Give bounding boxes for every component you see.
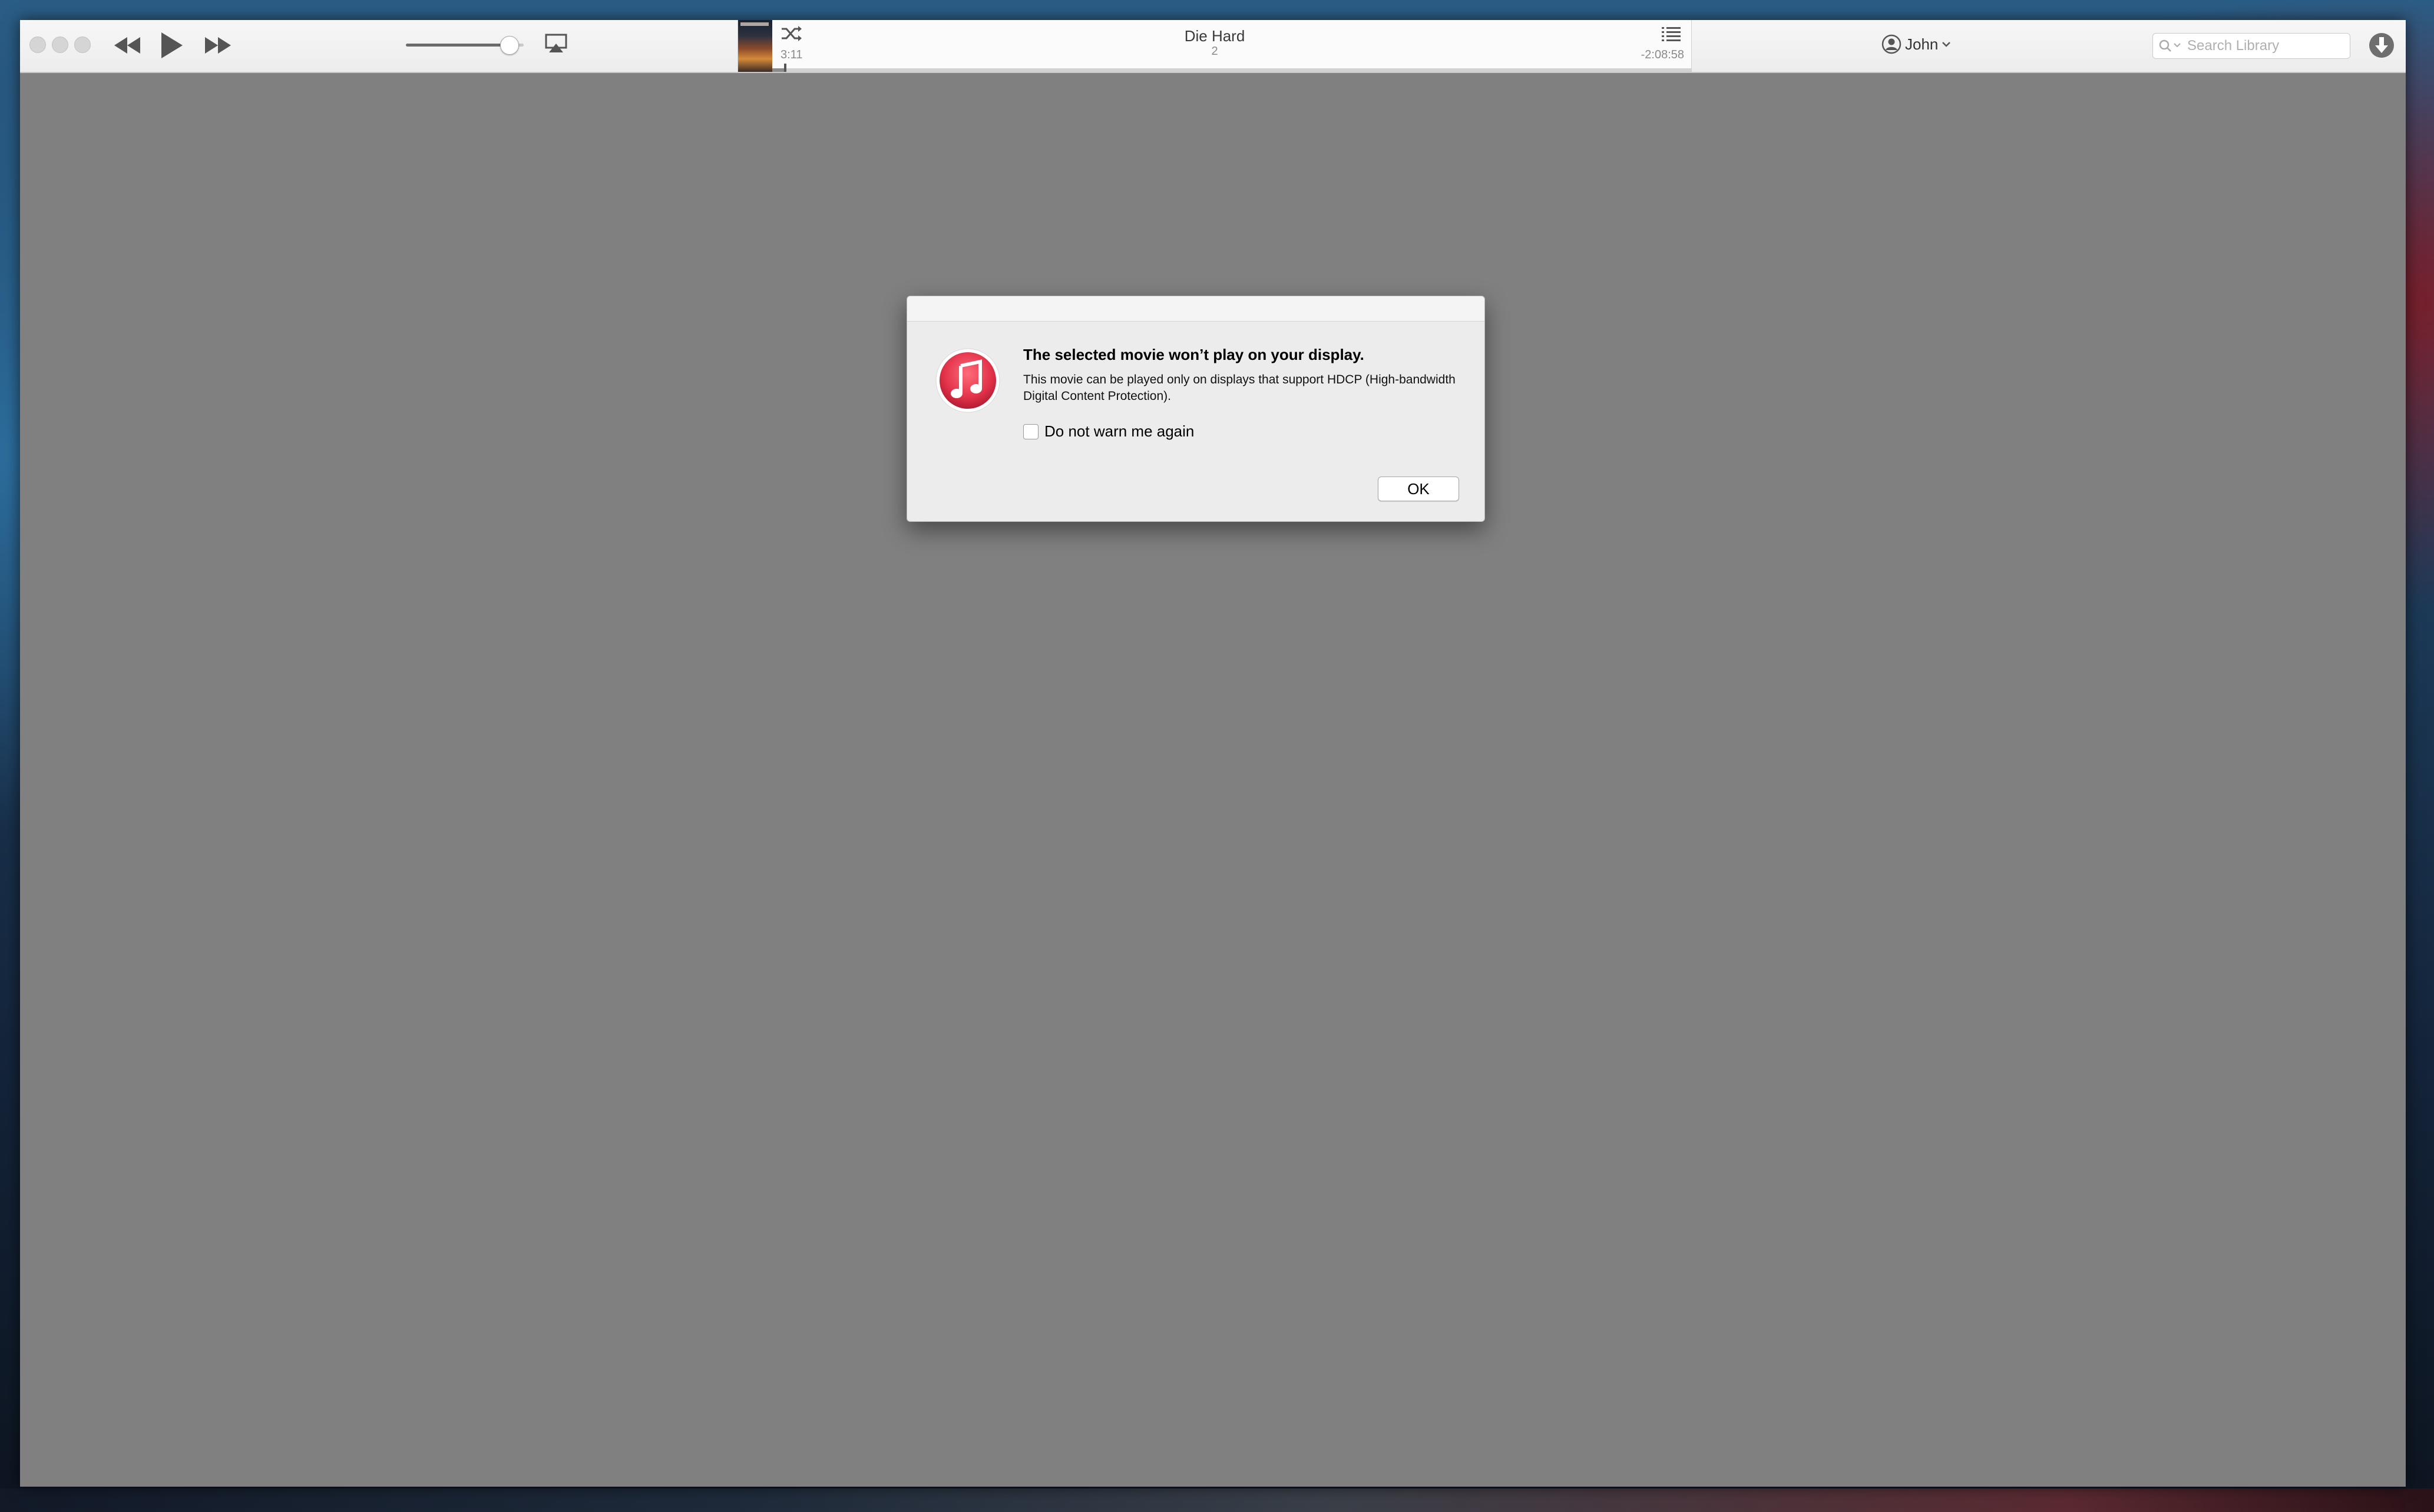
fast-forward-button[interactable]	[203, 35, 233, 55]
do-not-warn-checkbox-row[interactable]: Do not warn me again	[1023, 422, 1194, 441]
rewind-button[interactable]	[112, 35, 143, 55]
desktop-background	[0, 1488, 2434, 1512]
playhead[interactable]	[784, 64, 787, 72]
itunes-window: Die Hard 2 3:11 -2:08:58 John Search Lib…	[20, 20, 2406, 1487]
close-icon[interactable]	[29, 37, 46, 53]
downloads-button[interactable]	[2368, 32, 2395, 62]
minimize-icon[interactable]	[52, 37, 68, 53]
dialog-message: This movie can be played only on display…	[1023, 373, 1456, 403]
up-next-button[interactable]	[1661, 25, 1682, 45]
remaining-time[interactable]: -2:08:58	[1641, 48, 1684, 62]
account-button[interactable]: John	[1881, 34, 1951, 54]
zoom-icon[interactable]	[74, 37, 91, 53]
search-placeholder: Search Library	[2187, 38, 2280, 54]
up-next-list-icon	[1662, 27, 1681, 41]
playback-progress-bar[interactable]	[772, 64, 1691, 72]
toolbar: Die Hard 2 3:11 -2:08:58 John Search Lib…	[20, 20, 2406, 73]
do-not-warn-checkbox[interactable]	[1023, 424, 1039, 439]
elapsed-time: 3:11	[781, 48, 803, 61]
account-user-name: John	[1905, 35, 1939, 53]
fast-forward-icon	[205, 37, 231, 54]
now-playing-subtitle: 2	[1211, 45, 1218, 58]
playback-progress-fill	[772, 68, 785, 72]
download-icon	[2369, 33, 2394, 58]
dialog-title-strip	[907, 296, 1484, 322]
ok-button[interactable]: OK	[1378, 477, 1459, 501]
search-icon	[2159, 39, 2181, 52]
play-icon	[161, 32, 183, 58]
itunes-music-note-icon	[934, 347, 1001, 417]
rewind-icon	[114, 37, 140, 54]
hdcp-alert-dialog: The selected movie won’t play on your di…	[907, 296, 1485, 522]
play-button[interactable]	[159, 31, 185, 60]
now-playing-display: Die Hard 2 3:11 -2:08:58	[738, 20, 1692, 72]
volume-slider-knob[interactable]	[500, 36, 519, 55]
now-playing-title: Die Hard	[1184, 27, 1245, 45]
airplay-button[interactable]	[544, 33, 568, 54]
airplay-icon	[545, 34, 567, 52]
do-not-warn-label[interactable]: Do not warn me again	[1044, 422, 1194, 441]
chevron-down-icon	[1942, 42, 1951, 47]
search-field[interactable]: Search Library	[2152, 33, 2350, 59]
user-icon	[1881, 34, 1901, 54]
dialog-title: The selected movie won’t play on your di…	[1023, 346, 1364, 363]
